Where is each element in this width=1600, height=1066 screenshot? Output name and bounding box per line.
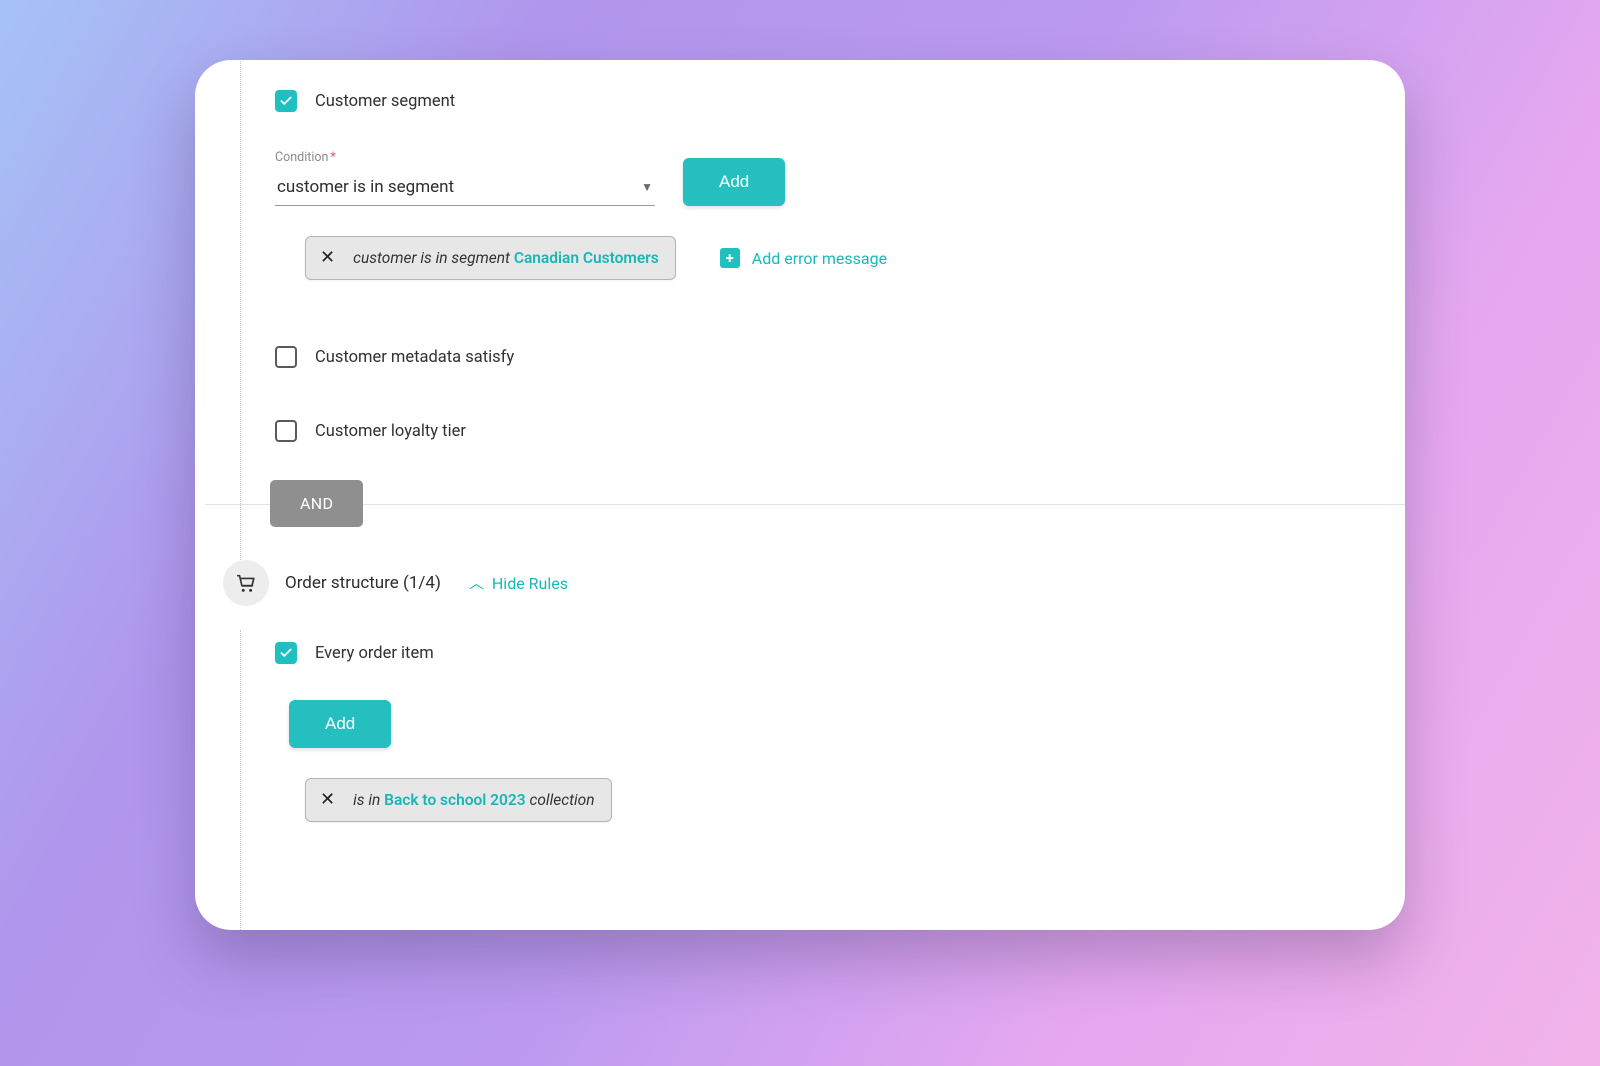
add-condition-button[interactable]: Add <box>683 158 785 206</box>
checkbox-customer-loyalty[interactable] <box>275 420 297 442</box>
condition-chip: ✕ customer is in segment Canadian Custom… <box>305 236 676 280</box>
order-structure-section: Every order item Add ✕ is in Back to sch… <box>275 642 1365 822</box>
hide-rules-label: Hide Rules <box>492 574 568 593</box>
condition-select-value: customer is in segment <box>277 177 454 197</box>
cart-icon <box>223 560 269 606</box>
and-divider: AND <box>195 480 1405 528</box>
chevron-up-icon: ︿ <box>469 572 484 593</box>
condition-field-label-text: Condition <box>275 150 328 165</box>
order-structure-header: Order structure (1/4) ︿ Hide Rules <box>235 560 1365 606</box>
label-customer-metadata: Customer metadata satisfy <box>315 348 514 367</box>
and-badge: AND <box>270 480 363 527</box>
rule-customer-metadata: Customer metadata satisfy <box>275 346 1365 368</box>
order-condition-chip: ✕ is in Back to school 2023 collection <box>305 778 612 822</box>
rule-customer-loyalty: Customer loyalty tier <box>275 420 1365 442</box>
chip-value: Back to school 2023 <box>384 791 525 809</box>
content-area: Customer segment Condition* customer is … <box>195 60 1405 930</box>
plus-icon: + <box>720 248 740 268</box>
chip-prefix: is in <box>353 791 380 809</box>
chip-prefix: customer is in segment <box>353 249 510 267</box>
chip-value: Canadian Customers <box>514 249 659 267</box>
condition-row: Condition* customer is in segment ▼ Add <box>275 150 1365 206</box>
checkbox-customer-metadata[interactable] <box>275 346 297 368</box>
close-icon[interactable]: ✕ <box>316 791 339 809</box>
condition-block: Condition* customer is in segment ▼ Add … <box>275 150 1365 280</box>
tree-line-bottom <box>240 630 241 930</box>
close-icon[interactable]: ✕ <box>316 249 339 267</box>
checkbox-customer-segment[interactable] <box>275 90 297 112</box>
label-customer-segment: Customer segment <box>315 92 455 111</box>
rule-every-order-item: Every order item <box>275 642 1365 664</box>
hide-rules-toggle[interactable]: ︿ Hide Rules <box>469 573 568 594</box>
label-every-order-item: Every order item <box>315 644 434 663</box>
chevron-down-icon: ▼ <box>641 180 653 194</box>
label-customer-loyalty: Customer loyalty tier <box>315 422 466 441</box>
app-window: Customer segment Condition* customer is … <box>195 60 1405 930</box>
add-error-message-link[interactable]: + Add error message <box>720 248 887 268</box>
order-structure-title: Order structure (1/4) <box>285 573 441 593</box>
divider-line <box>205 504 1405 505</box>
customer-section: Customer segment Condition* customer is … <box>275 90 1365 442</box>
chip-text: customer is in segment Canadian Customer… <box>353 249 659 267</box>
condition-field: Condition* customer is in segment ▼ <box>275 150 655 206</box>
chip-text: is in Back to school 2023 collection <box>353 791 594 809</box>
rule-customer-segment: Customer segment <box>275 90 1365 112</box>
condition-select[interactable]: customer is in segment ▼ <box>275 171 655 206</box>
add-order-condition-button[interactable]: Add <box>289 700 391 748</box>
condition-field-label: Condition* <box>275 150 655 165</box>
add-error-label: Add error message <box>752 249 887 268</box>
chip-suffix: collection <box>529 791 594 809</box>
condition-chip-row: ✕ customer is in segment Canadian Custom… <box>305 236 1365 280</box>
order-chip-row: ✕ is in Back to school 2023 collection <box>305 778 1365 822</box>
checkbox-every-order-item[interactable] <box>275 642 297 664</box>
required-asterisk: * <box>330 150 335 165</box>
